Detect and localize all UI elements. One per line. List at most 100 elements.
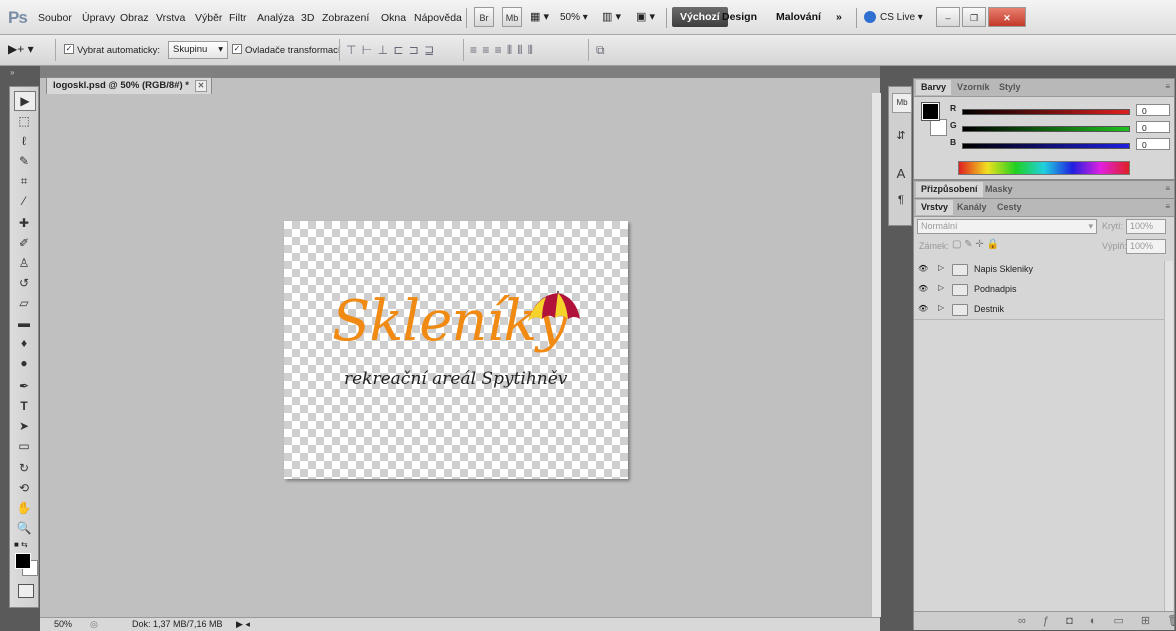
menu-vrstva[interactable]: Vrstva <box>156 12 185 24</box>
eye-icon[interactable]: 👁 <box>918 304 928 314</box>
workspace-vychozi[interactable]: Výchozí <box>672 7 728 27</box>
blur-tool-icon[interactable]: ♦ <box>14 334 34 352</box>
document-tab-close-icon[interactable]: ✕ <box>194 80 207 92</box>
fill-field[interactable]: 100% <box>1126 239 1166 254</box>
lasso-tool-icon[interactable]: ℓ <box>14 132 34 150</box>
move-tool-preset-icon[interactable]: ▶+ ▾ <box>8 42 34 56</box>
menu-filtr[interactable]: Filtr <box>229 12 247 24</box>
channel-b-slider[interactable] <box>962 143 1130 149</box>
crop-tool-icon[interactable]: ⌗ <box>14 172 34 190</box>
eye-icon[interactable]: 👁 <box>918 264 928 274</box>
menu-napoveda[interactable]: Nápověda <box>414 12 462 24</box>
menu-3d[interactable]: 3D <box>301 12 314 24</box>
menu-okna[interactable]: Okna <box>381 12 406 24</box>
workspace-design[interactable]: Design <box>722 7 757 27</box>
color-spectrum-bar[interactable] <box>958 161 1130 175</box>
gradient-tool-icon[interactable]: ▬ <box>14 314 34 332</box>
status-zoom[interactable]: 50% <box>54 619 72 629</box>
hand-tool-icon[interactable]: ✋ <box>14 499 34 517</box>
mini-bridge-button[interactable]: Mb <box>502 7 522 27</box>
layer-action-icons[interactable]: ∞ ƒ ◘ ◐ ▭ ⊞ 🗑 <box>1018 614 1176 627</box>
pen-tool-icon[interactable]: ✒ <box>14 377 34 395</box>
foreground-color-box[interactable] <box>921 102 940 121</box>
tab-masky[interactable]: Masky <box>980 182 1018 197</box>
layer-row[interactable]: 👁 ▷ Podnadpis <box>914 279 1170 300</box>
minimize-button[interactable]: – <box>936 7 960 27</box>
healing-brush-tool-icon[interactable]: ✚ <box>14 214 34 232</box>
mini-bridge-panel-icon[interactable]: Mb <box>892 93 912 113</box>
tab-kanaly[interactable]: Kanály <box>952 200 992 215</box>
screen-mode-icon[interactable]: ▣ ▾ <box>636 10 655 23</box>
channel-r-slider[interactable] <box>962 109 1130 115</box>
auto-select-dropdown[interactable]: Skupinu ▾ <box>168 41 228 59</box>
clone-stamp-tool-icon[interactable]: ♙ <box>14 254 34 272</box>
tab-cesty[interactable]: Cesty <box>992 200 1027 215</box>
eraser-tool-icon[interactable]: ▱ <box>14 294 34 312</box>
path-selection-tool-icon[interactable]: ➤ <box>14 417 34 435</box>
marquee-tool-icon[interactable]: ⬚ <box>14 112 34 130</box>
document-canvas[interactable]: Skleníky rekreační areál Spytihněv <box>284 221 628 479</box>
channel-r-value[interactable]: 0 <box>1136 104 1170 116</box>
menu-upravy[interactable]: Úpravy <box>82 12 115 24</box>
document-tab[interactable]: logoskl.psd @ 50% (RGB/8#) * ✕ <box>46 77 212 94</box>
history-brush-tool-icon[interactable]: ↺ <box>14 274 34 292</box>
close-window-button[interactable]: ✕ <box>988 7 1026 27</box>
channel-g-slider[interactable] <box>962 126 1130 132</box>
move-tool-icon[interactable]: ▶ <box>14 91 36 111</box>
menu-analyza[interactable]: Analýza <box>257 12 294 24</box>
panel-menu-icon[interactable]: ≡ <box>1165 202 1170 211</box>
tab-vzornik[interactable]: Vzorník <box>952 80 995 95</box>
brush-tool-icon[interactable]: ✐ <box>14 234 34 252</box>
type-tool-icon[interactable]: T <box>14 397 34 415</box>
quick-selection-tool-icon[interactable]: ✎ <box>14 152 34 170</box>
eyedropper-tool-icon[interactable]: ⁄ <box>14 192 34 210</box>
lock-icons[interactable]: ▢ ✎ ✛ 🔒 <box>952 239 999 250</box>
channel-b-value[interactable]: 0 <box>1136 138 1170 150</box>
transform-controls-checkbox[interactable]: ✓ <box>232 44 242 54</box>
layers-scrollbar[interactable] <box>1164 261 1173 611</box>
align-buttons-icon[interactable]: ⊤ ⊢ ⊥ ⊏ ⊐ ⊒ <box>346 43 435 57</box>
tab-prizpusobeni[interactable]: Přizpůsobení <box>916 182 983 197</box>
foreground-color-swatch[interactable] <box>15 553 31 569</box>
menu-soubor[interactable]: Soubor <box>38 12 72 24</box>
dodge-tool-icon[interactable]: ● <box>14 354 34 372</box>
distribute-buttons-icon[interactable]: ≡ ≡ ≡ ⫴ ⫴ ⫴ <box>470 43 534 58</box>
blend-mode-dropdown[interactable]: Normální ▾ <box>917 219 1097 234</box>
3d-rotate-tool-icon[interactable]: ↻ <box>14 459 34 477</box>
background-color-box[interactable] <box>930 119 947 136</box>
extras-dropdown-icon[interactable]: ▦ ▾ <box>530 10 549 23</box>
expand-triangle-icon[interactable]: ▷ <box>938 283 944 292</box>
layer-row[interactable]: 👁 ▷ Napis Skleniky <box>914 259 1170 280</box>
menu-obraz[interactable]: Obraz <box>120 12 149 24</box>
auto-select-checkbox[interactable]: ✓ <box>64 44 74 54</box>
tab-vrstvy[interactable]: Vrstvy <box>916 200 954 215</box>
zoom-tool-icon[interactable]: 🔍 <box>14 519 34 537</box>
menu-vyber[interactable]: Výběr <box>195 12 222 24</box>
eye-icon[interactable]: 👁 <box>918 284 928 294</box>
zoom-dropdown[interactable]: 50% ▾ <box>560 12 588 23</box>
channel-g-value[interactable]: 0 <box>1136 121 1170 133</box>
vertical-scrollbar[interactable] <box>871 93 881 617</box>
layer-row[interactable]: 👁 ▷ Destnik <box>914 299 1170 320</box>
tab-barvy[interactable]: Barvy <box>916 80 952 95</box>
3d-orbit-tool-icon[interactable]: ⟲ <box>14 479 34 497</box>
panel-menu-icon[interactable]: ≡ <box>1165 184 1170 193</box>
workspace-malovani[interactable]: Malování <box>776 7 821 27</box>
cs-live-button[interactable]: CS Live ▾ <box>880 12 923 23</box>
rectangle-tool-icon[interactable]: ▭ <box>14 437 34 455</box>
bridge-button[interactable]: Br <box>474 7 494 27</box>
paragraph-panel-icon[interactable]: ¶ <box>892 191 910 209</box>
opacity-field[interactable]: 100% <box>1126 219 1166 234</box>
auto-align-layers-icon[interactable]: ⧉ <box>596 43 606 58</box>
default-colors-icon[interactable]: ■ ⇆ <box>14 540 28 549</box>
panel-menu-icon[interactable]: ≡ <box>1165 82 1170 91</box>
status-menu-arrow-icon[interactable]: ▶ ◂ <box>236 619 250 630</box>
more-workspaces-button[interactable]: » <box>836 7 842 27</box>
menu-zobrazeni[interactable]: Zobrazení <box>322 12 369 24</box>
quick-mask-icon[interactable] <box>18 584 34 598</box>
history-panel-icon[interactable]: ⇵ <box>892 127 910 145</box>
restore-button[interactable]: ❐ <box>962 7 986 27</box>
expand-triangle-icon[interactable]: ▷ <box>938 263 944 272</box>
expand-triangle-icon[interactable]: ▷ <box>938 303 944 312</box>
arrange-documents-icon[interactable]: ▥ ▾ <box>602 10 621 23</box>
